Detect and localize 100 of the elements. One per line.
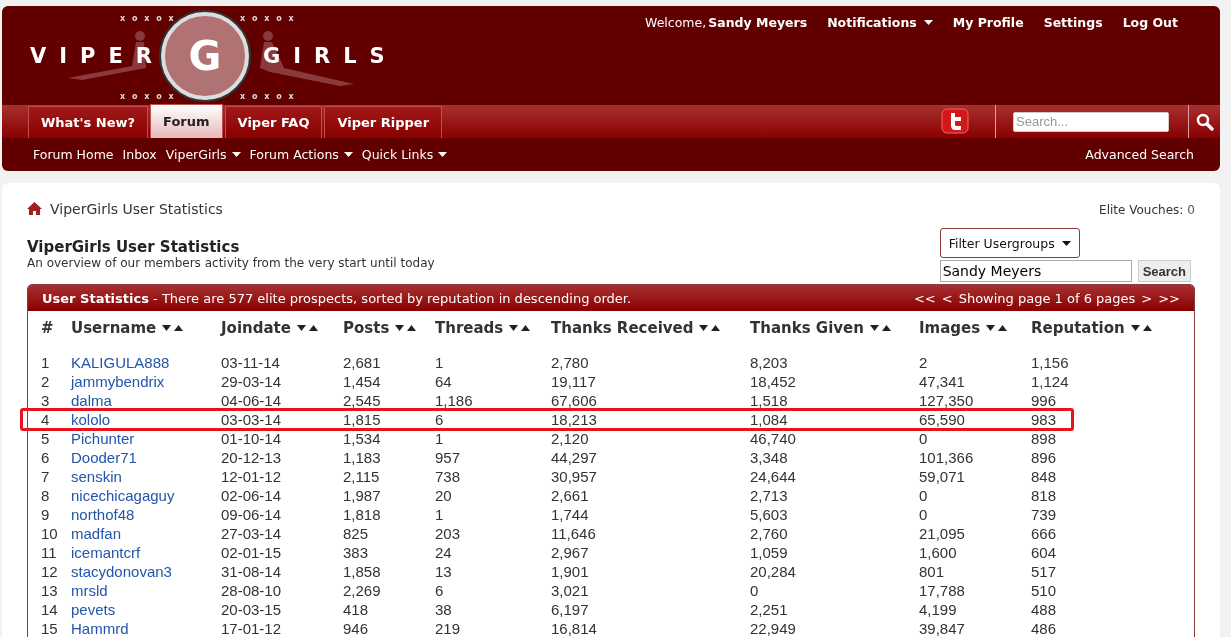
username-link[interactable]: nicechicagaguy	[71, 487, 175, 504]
table-cell: 65,590	[919, 411, 965, 428]
column-header[interactable]: Thanks Received	[551, 319, 694, 337]
sort-arrows-icon[interactable]	[509, 324, 532, 332]
sort-arrows-icon[interactable]	[869, 324, 892, 332]
table-cell: 2	[919, 354, 928, 371]
table-cell: 2,115	[343, 468, 380, 485]
breadcrumb-link[interactable]: ViperGirls User Statistics	[50, 200, 223, 217]
table-cell: 1,186	[435, 392, 473, 409]
pagination-link[interactable]: >	[1141, 290, 1153, 306]
username-link[interactable]: icemantcrf	[71, 544, 141, 561]
table-cell: 2,681	[343, 354, 381, 371]
pagination-link[interactable]: <<	[913, 290, 936, 306]
username-link[interactable]: madfan	[71, 525, 122, 542]
username-link[interactable]: KALIGULA888	[71, 354, 170, 371]
sort-arrows-icon[interactable]	[395, 324, 418, 332]
header-link[interactable]: Log Out	[1122, 15, 1178, 30]
table-cell: 1,084	[750, 411, 788, 428]
nav-tab[interactable]: What's New?	[28, 106, 149, 138]
username-link[interactable]: mrsld	[71, 582, 108, 599]
table-cell: 1	[41, 354, 50, 371]
table-cell: 2,269	[343, 582, 381, 599]
table-cell: 2,120	[551, 430, 589, 447]
sort-arrows-icon[interactable]	[162, 324, 185, 332]
header-link[interactable]: Settings	[1043, 15, 1103, 30]
username-link[interactable]: northof48	[71, 506, 135, 523]
column-header[interactable]: Username	[71, 319, 157, 337]
table-summary: User Statistics - There are 577 elite prospects, sorted by reputation in descending order.	[42, 290, 632, 306]
table-cell: 4	[41, 411, 50, 428]
table-cell: 4,199	[919, 601, 957, 618]
table-cell: 219	[435, 620, 461, 637]
username-link[interactable]: stacydonovan3	[71, 563, 172, 580]
column-header[interactable]: Thanks Given	[750, 319, 864, 337]
table-cell: 24,644	[750, 468, 796, 485]
sort-arrows-icon[interactable]	[1130, 324, 1153, 332]
user-search-field[interactable]: Sandy Meyers	[939, 260, 1132, 282]
username-link[interactable]: Dooder71	[71, 449, 137, 466]
table-cell: 739	[1031, 506, 1057, 523]
username-link[interactable]: Pichunter	[71, 430, 135, 447]
table-cell: 1,744	[551, 506, 589, 523]
table-cell: 486	[1031, 620, 1057, 637]
username-link[interactable]: senskin	[71, 468, 122, 485]
table-cell: 12	[41, 563, 58, 580]
table-cell: 946	[343, 620, 369, 637]
table-cell: 1	[435, 506, 444, 523]
username-link[interactable]: jammybendrix	[71, 373, 165, 390]
column-header: #	[41, 319, 54, 337]
table-cell: 01-10-14	[221, 430, 282, 447]
pagination-link[interactable]: <	[941, 290, 953, 306]
page-info: Showing page 1 of 6 pages	[958, 290, 1136, 306]
subnav-link[interactable]: Inbox	[122, 147, 157, 162]
username-link[interactable]: pevets	[71, 601, 116, 618]
table-cell: 1,454	[343, 373, 381, 390]
column-header[interactable]: Posts	[343, 319, 390, 337]
table-cell: 2,967	[551, 544, 589, 561]
username-link[interactable]: Sandy Meyers	[708, 15, 808, 30]
sort-arrows-icon[interactable]	[986, 324, 1009, 332]
pagination-link[interactable]: >>	[1158, 290, 1180, 306]
username-link[interactable]: Hammrd	[71, 620, 129, 637]
home-icon[interactable]	[27, 202, 42, 215]
table-cell: 02-01-15	[221, 544, 282, 561]
subnav-link[interactable]: Forum Actions	[249, 147, 353, 162]
column-header[interactable]: Reputation	[1031, 319, 1125, 337]
sort-arrows-icon[interactable]	[699, 324, 722, 332]
table-cell: 20-12-13	[221, 449, 282, 466]
table-cell: 2,251	[750, 601, 788, 618]
table-cell: 21,095	[919, 525, 965, 542]
subnav-link[interactable]: Quick Links	[361, 147, 448, 162]
table-cell: 10	[41, 525, 58, 542]
subnav-link[interactable]: Forum Home	[33, 147, 114, 162]
header-link[interactable]: My Profile	[952, 15, 1024, 30]
table-cell: 2,760	[750, 525, 788, 542]
column-header[interactable]: Threads	[435, 319, 504, 337]
table-cell: 825	[343, 525, 369, 542]
page-title: ViperGirls User Statistics	[27, 238, 241, 256]
nav-tab[interactable]: Viper FAQ	[224, 106, 323, 138]
column-header[interactable]: Joindate	[221, 319, 291, 337]
table-cell: 1,183	[343, 449, 381, 466]
sort-arrows-icon[interactable]	[296, 324, 319, 332]
table-cell: 801	[919, 563, 945, 580]
table-cell: 46,740	[750, 430, 796, 447]
header-link[interactable]: Notifications	[827, 15, 933, 30]
column-header[interactable]: Images	[919, 319, 981, 337]
table-cell: 38	[435, 601, 452, 618]
username-link[interactable]: dalma	[71, 392, 112, 409]
username-link[interactable]: kololo	[71, 411, 111, 428]
social-icon[interactable]	[941, 108, 969, 134]
site-logo[interactable]: x o x o x x o x o x x o x o x x o x o x VIPER G GIRLS	[2, 6, 410, 105]
search-field[interactable]: Search...	[1013, 111, 1169, 132]
table-cell: 18,452	[750, 373, 796, 390]
usergroup-select[interactable]: Filter Usergroups	[939, 228, 1080, 258]
table-cell: 11	[41, 544, 57, 561]
search-button[interactable]: Search	[1137, 260, 1191, 282]
subnav-link[interactable]: ViperGirls	[165, 147, 241, 162]
table-cell: 1,901	[551, 563, 589, 580]
table-cell: 03-11-14	[221, 354, 280, 371]
nav-tab[interactable]: Forum	[150, 104, 223, 138]
advanced-search-link[interactable]: Advanced Search	[1085, 147, 1194, 162]
table-cell: 22,949	[750, 620, 796, 637]
nav-tab[interactable]: Viper Ripper	[324, 106, 443, 138]
